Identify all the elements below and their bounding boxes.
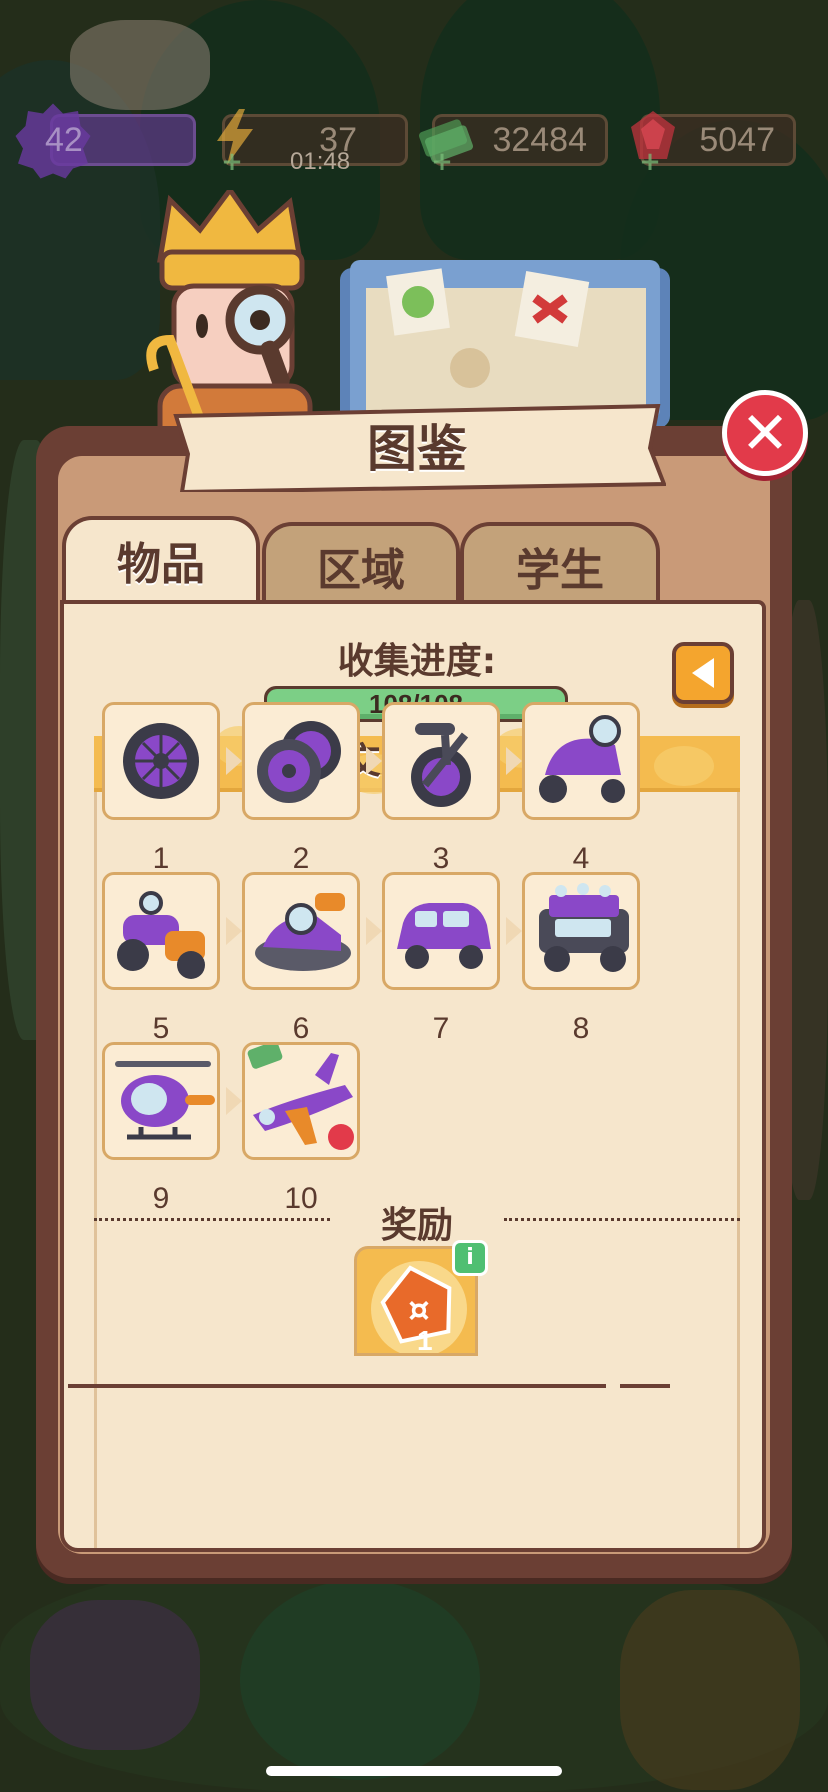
- tab-students-label: 学生: [516, 545, 604, 596]
- scooter-icon: [411, 723, 471, 807]
- item-number: 7: [432, 1012, 450, 1045]
- gem-value: 5047: [699, 121, 775, 159]
- item-card-2[interactable]: [242, 702, 360, 820]
- gem-bar[interactable]: + 5047: [631, 111, 796, 175]
- item-card-9[interactable]: [102, 1042, 220, 1160]
- tab-content: 收集进度: 108/108 交通工具 奖励 ¤ 1 i 12345678910: [60, 600, 766, 1552]
- jet-ski-icon: [255, 893, 351, 971]
- level-bar[interactable]: 42: [15, 103, 196, 179]
- item-number: 10: [284, 1182, 318, 1215]
- top-hud: 42 + 37 01:48 + 32484 + 5047: [0, 103, 828, 179]
- item-card-7[interactable]: [382, 872, 500, 990]
- item-number: 5: [152, 1012, 170, 1045]
- progress-label: 收集进度:: [337, 641, 497, 682]
- item-card-8[interactable]: [522, 872, 640, 990]
- item-card-10[interactable]: [242, 1042, 360, 1160]
- tab-areas[interactable]: 区域: [262, 522, 460, 606]
- item-card-4[interactable]: [522, 702, 640, 820]
- car-icon: [397, 903, 491, 969]
- collection-book-illustration: [340, 260, 670, 428]
- next-arrow-icon: [366, 917, 382, 945]
- tab-students[interactable]: 学生: [460, 522, 660, 606]
- next-arrow-icon: [506, 917, 522, 945]
- next-arrow-icon: [366, 747, 382, 775]
- two-wheels-icon: [257, 721, 341, 803]
- cash-bar[interactable]: + 32484: [419, 114, 608, 175]
- next-arrow-icon: [226, 917, 242, 945]
- tab-items[interactable]: 物品: [62, 516, 260, 606]
- svg-text:¤: ¤: [408, 1290, 430, 1330]
- next-arrow-icon: [226, 1087, 242, 1115]
- level-value: 42: [45, 121, 83, 159]
- item-number: 8: [572, 1012, 590, 1045]
- add-gem-icon[interactable]: +: [639, 149, 661, 175]
- item-card-5[interactable]: [102, 872, 220, 990]
- jeep-icon: [539, 883, 629, 972]
- item-number: 2: [292, 842, 310, 875]
- item-card-3[interactable]: [382, 702, 500, 820]
- helicopter-icon: [115, 1061, 215, 1140]
- item-number: 1: [152, 842, 170, 875]
- panel-title: 图鉴: [367, 420, 467, 478]
- sidecar-motorcycle-icon: [117, 891, 205, 979]
- add-energy-icon[interactable]: +: [221, 149, 243, 175]
- cash-value: 32484: [492, 121, 587, 159]
- back-button[interactable]: [672, 642, 734, 704]
- close-button[interactable]: ✕: [722, 390, 808, 476]
- item-card-6[interactable]: [242, 872, 360, 990]
- item-number: 6: [292, 1012, 310, 1045]
- item-number: 3: [432, 842, 450, 875]
- left-arrow-icon: [692, 658, 714, 688]
- add-cash-icon[interactable]: +: [431, 149, 453, 175]
- home-indicator: [266, 1766, 562, 1776]
- wheel-icon: [123, 723, 199, 799]
- close-icon: ✕: [740, 399, 790, 467]
- next-arrow-icon: [506, 747, 522, 775]
- tab-items-label: 物品: [117, 539, 205, 590]
- moped-icon: [539, 715, 625, 803]
- energy-timer: 01:48: [290, 148, 351, 175]
- airplane-icon: [247, 1045, 354, 1150]
- item-number: 4: [572, 842, 590, 875]
- reward-count: 1: [417, 1325, 433, 1356]
- item-card-1[interactable]: [102, 702, 220, 820]
- info-icon[interactable]: i: [452, 1240, 488, 1276]
- next-arrow-icon: [226, 747, 242, 775]
- tab-areas-label: 区域: [317, 545, 405, 596]
- item-number: 9: [152, 1182, 170, 1215]
